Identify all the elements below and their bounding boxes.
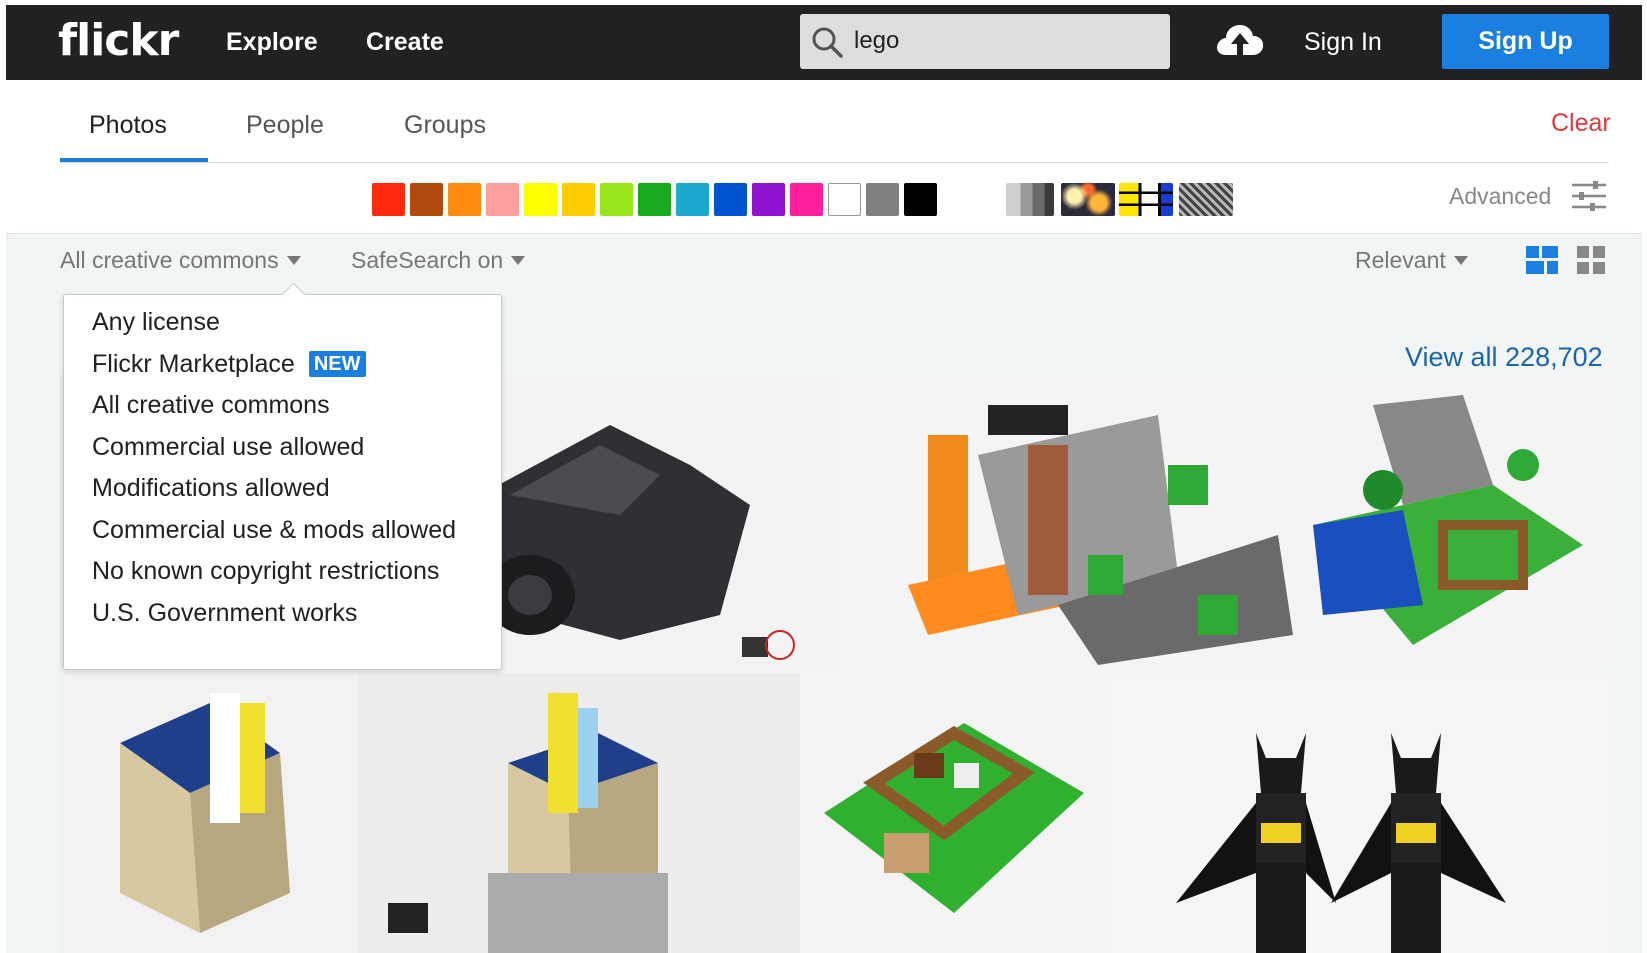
license-option-all-cc[interactable]: All creative commons bbox=[92, 390, 330, 420]
lego-building-image bbox=[120, 693, 290, 933]
license-dropdown-menu: Any license Flickr Marketplace NEW All cr… bbox=[63, 282, 502, 670]
search-icon bbox=[812, 27, 843, 58]
safesearch-dropdown[interactable]: SafeSearch on bbox=[351, 246, 526, 274]
license-filter-label: All creative commons bbox=[60, 247, 279, 273]
photo-tile[interactable] bbox=[1293, 375, 1609, 668]
color-swatch-orange[interactable] bbox=[448, 183, 481, 216]
tone-icon[interactable] bbox=[1006, 183, 1054, 216]
photo-tile[interactable] bbox=[60, 673, 355, 953]
chevron-down-icon bbox=[286, 256, 301, 265]
photo-tile[interactable] bbox=[804, 673, 1100, 953]
color-swatch-white[interactable] bbox=[828, 183, 861, 216]
license-option-commercial-mods[interactable]: Commercial use & mods allowed bbox=[92, 515, 456, 545]
tab-photos[interactable]: Photos bbox=[89, 110, 167, 140]
license-option-modifications[interactable]: Modifications allowed bbox=[92, 473, 330, 503]
color-swatch-lime[interactable] bbox=[600, 183, 633, 216]
justified-view-icon[interactable] bbox=[1526, 246, 1558, 274]
tab-groups[interactable]: Groups bbox=[404, 110, 486, 140]
color-swatch-red[interactable] bbox=[372, 183, 405, 216]
depth-of-field-icon[interactable] bbox=[1061, 183, 1115, 216]
license-option-any[interactable]: Any license bbox=[92, 307, 220, 337]
view-all-link[interactable]: View all 228,702 bbox=[1405, 341, 1603, 373]
license-option-marketplace-label: Flickr Marketplace bbox=[92, 350, 295, 378]
color-swatch-blue[interactable] bbox=[714, 183, 747, 216]
license-option-us-gov[interactable]: U.S. Government works bbox=[92, 598, 357, 628]
license-option-no-copyright[interactable]: No known copyright restrictions bbox=[92, 556, 439, 586]
sign-up-button[interactable]: Sign Up bbox=[1442, 14, 1609, 69]
flickr-page: flickr Explore Create lego Sign In Sign … bbox=[6, 5, 1642, 953]
pattern-icon[interactable] bbox=[1179, 183, 1233, 216]
photo-tile[interactable] bbox=[838, 375, 1293, 668]
color-swatch-gold[interactable] bbox=[562, 183, 595, 216]
license-option-commercial[interactable]: Commercial use allowed bbox=[92, 432, 364, 462]
lego-batman-minifigs-image bbox=[1176, 733, 1506, 953]
license-option-marketplace[interactable]: Flickr Marketplace NEW bbox=[92, 349, 366, 379]
tabs-divider bbox=[60, 162, 1609, 163]
grid-view-icon[interactable] bbox=[1577, 246, 1605, 274]
lego-minecraft-farm-image bbox=[824, 723, 1084, 913]
color-swatch-magenta[interactable] bbox=[790, 183, 823, 216]
photo-tile[interactable] bbox=[1106, 673, 1609, 953]
advanced-search-link[interactable]: Advanced bbox=[1449, 182, 1551, 210]
lego-minecraft-cave-image bbox=[908, 405, 1293, 665]
top-navigation-bar: flickr Explore Create lego Sign In Sign … bbox=[6, 5, 1642, 80]
upload-cloud-icon[interactable] bbox=[1214, 19, 1266, 63]
nav-create[interactable]: Create bbox=[366, 27, 444, 57]
minimalist-icon[interactable] bbox=[1119, 183, 1173, 216]
new-badge: NEW bbox=[308, 351, 366, 377]
license-filter-dropdown[interactable]: All creative commons bbox=[60, 246, 301, 274]
safesearch-label: SafeSearch on bbox=[351, 247, 504, 273]
nav-explore[interactable]: Explore bbox=[226, 27, 318, 57]
chevron-down-icon bbox=[511, 256, 526, 265]
lego-theater-image bbox=[388, 693, 668, 953]
clear-filters-link[interactable]: Clear bbox=[1551, 108, 1611, 138]
photo-tile[interactable] bbox=[358, 673, 800, 953]
flickr-logo[interactable]: flickr bbox=[58, 13, 179, 69]
chevron-down-icon bbox=[1453, 256, 1468, 265]
color-swatch-dark-orange[interactable] bbox=[410, 183, 443, 216]
color-swatch-black[interactable] bbox=[904, 183, 937, 216]
advanced-sliders-icon[interactable] bbox=[1571, 181, 1607, 211]
sign-in-link[interactable]: Sign In bbox=[1304, 27, 1382, 57]
color-swatch-gray[interactable] bbox=[866, 183, 899, 216]
sort-label: Relevant bbox=[1355, 247, 1446, 273]
search-input[interactable]: lego bbox=[854, 27, 899, 55]
color-swatch-yellow[interactable] bbox=[524, 183, 557, 216]
color-swatch-green[interactable] bbox=[638, 183, 671, 216]
sort-dropdown[interactable]: Relevant bbox=[1355, 246, 1468, 274]
color-swatch-cyan[interactable] bbox=[676, 183, 709, 216]
lego-minecraft-village-image bbox=[1313, 395, 1583, 645]
color-swatch-purple[interactable] bbox=[752, 183, 785, 216]
tab-people[interactable]: People bbox=[246, 110, 324, 140]
color-swatch-pink[interactable] bbox=[486, 183, 519, 216]
search-box[interactable]: lego bbox=[800, 14, 1170, 69]
